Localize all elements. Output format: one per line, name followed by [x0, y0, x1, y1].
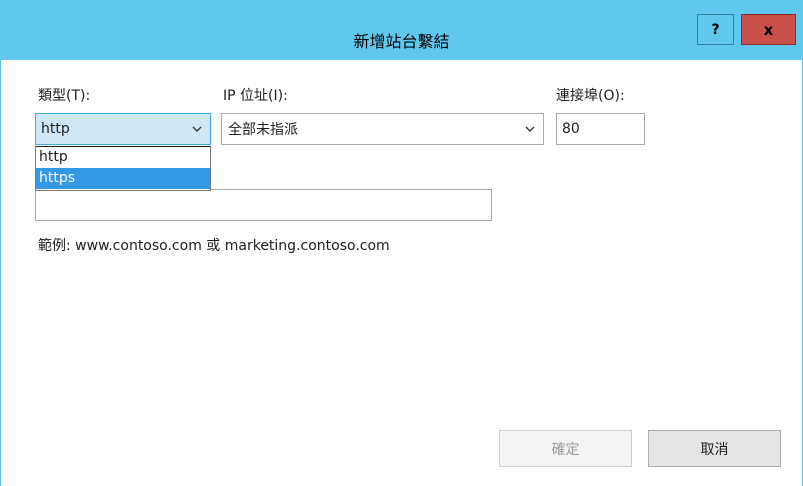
titlebar[interactable]: 新增站台繫結 ? x	[0, 0, 803, 60]
ip-address-label: IP 位址(I):	[223, 88, 288, 104]
port-input[interactable]: 80	[556, 113, 645, 145]
type-select-value: http	[41, 121, 70, 137]
example-text: 範例: www.contoso.com 或 marketing.contoso.…	[38, 238, 390, 254]
host-name-input[interactable]	[35, 189, 492, 221]
chevron-down-icon	[525, 126, 535, 132]
type-option-http[interactable]: http	[36, 147, 210, 168]
ip-address-value: 全部未指派	[228, 122, 298, 138]
ip-address-select[interactable]: 全部未指派	[221, 113, 544, 145]
help-button[interactable]: ?	[697, 14, 734, 45]
type-select[interactable]: http	[35, 113, 211, 145]
help-icon: ?	[711, 21, 720, 38]
close-button[interactable]: x	[741, 14, 796, 45]
window-title: 新增站台繫結	[353, 32, 450, 51]
type-dropdown-list: http https	[35, 146, 211, 191]
port-value: 80	[562, 121, 580, 137]
cancel-button[interactable]: 取消	[648, 430, 781, 467]
port-label: 連接埠(O):	[556, 88, 625, 104]
close-icon: x	[763, 20, 774, 39]
chevron-down-icon	[192, 126, 202, 132]
type-option-https[interactable]: https	[36, 168, 210, 189]
type-label: 類型(T):	[38, 88, 91, 104]
ok-button[interactable]: 確定	[499, 430, 632, 467]
